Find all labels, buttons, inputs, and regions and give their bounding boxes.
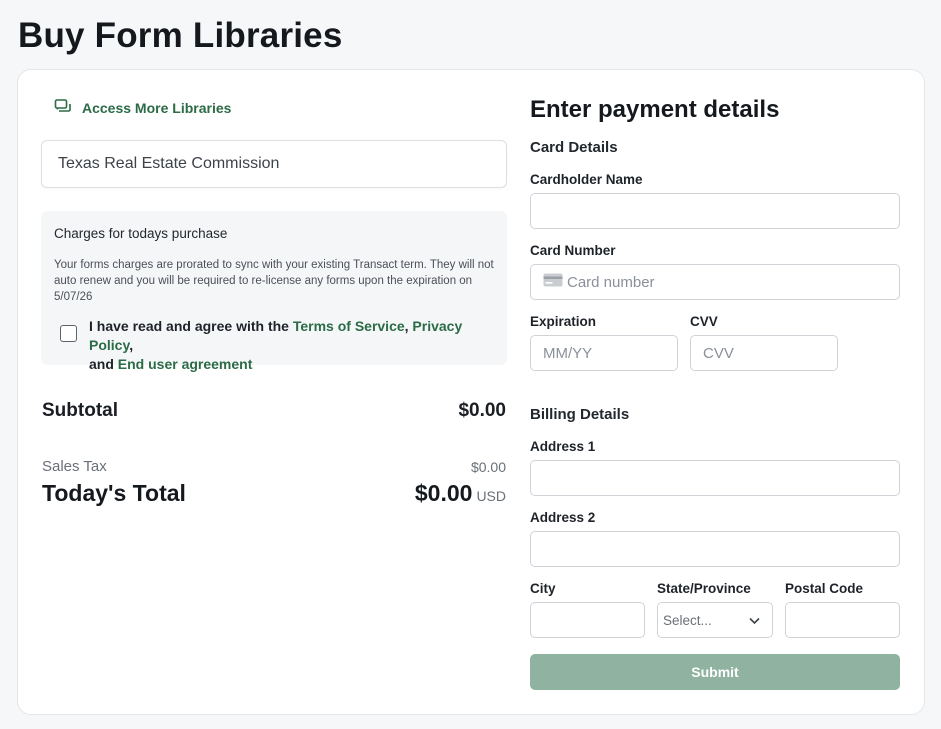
total-amount: $0.00 <box>414 480 473 506</box>
sales-tax-value: $0.00 <box>470 459 506 475</box>
chevron-down-icon <box>749 613 760 628</box>
agreement-text: I have read and agree with the Terms of … <box>89 317 499 374</box>
access-more-libraries-link[interactable]: Access More Libraries <box>54 98 231 117</box>
total-label: Today's Total <box>42 480 186 506</box>
agreement-prefix: I have read and agree with the <box>89 318 293 334</box>
expiration-input[interactable]: MM/YY <box>530 335 678 371</box>
expiration-placeholder: MM/YY <box>543 344 593 362</box>
state-selected-value: Select... <box>663 612 712 628</box>
cvv-label: CVV <box>690 314 718 329</box>
credit-card-icon <box>543 273 563 291</box>
cvv-placeholder: CVV <box>703 344 734 362</box>
billing-details-heading: Billing Details <box>530 406 630 423</box>
libraries-icon <box>54 98 72 117</box>
page-title: Buy Form Libraries <box>18 16 343 55</box>
card-details-heading: Card Details <box>530 139 618 156</box>
card-number-placeholder: Card number <box>567 273 655 291</box>
charges-title: Charges for todays purchase <box>54 226 228 241</box>
cardholder-name-label: Cardholder Name <box>530 172 643 187</box>
address1-label: Address 1 <box>530 439 596 454</box>
agreement-separator-2: , <box>129 337 134 353</box>
state-label: State/Province <box>657 581 751 596</box>
city-label: City <box>530 581 556 596</box>
terms-of-service-link[interactable]: Terms of Service <box>293 318 405 334</box>
subtotal-label: Subtotal <box>42 400 118 421</box>
agreement-row: I have read and agree with the Terms of … <box>60 317 499 374</box>
end-user-agreement-link[interactable]: End user agreement <box>118 356 253 372</box>
subtotal-value: $0.00 <box>458 400 506 421</box>
total-value: $0.00 USD <box>415 480 506 507</box>
address2-input[interactable] <box>530 531 900 567</box>
library-name: Texas Real Estate Commission <box>58 155 280 172</box>
postal-code-label: Postal Code <box>785 581 864 596</box>
card-number-input[interactable]: Card number <box>530 264 900 300</box>
charges-description: Your forms charges are prorated to sync … <box>54 259 494 303</box>
postal-code-input[interactable] <box>785 602 900 638</box>
payment-title: Enter payment details <box>530 96 780 123</box>
access-more-libraries-label: Access More Libraries <box>82 99 232 116</box>
sales-tax-label: Sales Tax <box>42 458 107 475</box>
card-number-label: Card Number <box>530 243 616 258</box>
agreement-and: and <box>89 356 118 372</box>
expiration-label: Expiration <box>530 314 597 329</box>
address2-label: Address 2 <box>530 510 596 525</box>
total-currency: USD <box>476 488 506 504</box>
submit-button[interactable]: Submit <box>530 654 900 690</box>
charges-info-box: Charges for todays purchase Your forms c… <box>41 211 507 372</box>
state-select[interactable]: Select... <box>657 602 773 638</box>
cvv-input[interactable]: CVV <box>690 335 838 371</box>
address1-input[interactable] <box>530 460 900 496</box>
agreement-checkbox[interactable] <box>60 325 77 342</box>
library-selector[interactable]: Texas Real Estate Commission <box>41 140 507 188</box>
city-input[interactable] <box>530 602 645 638</box>
cardholder-name-input[interactable] <box>530 193 900 229</box>
